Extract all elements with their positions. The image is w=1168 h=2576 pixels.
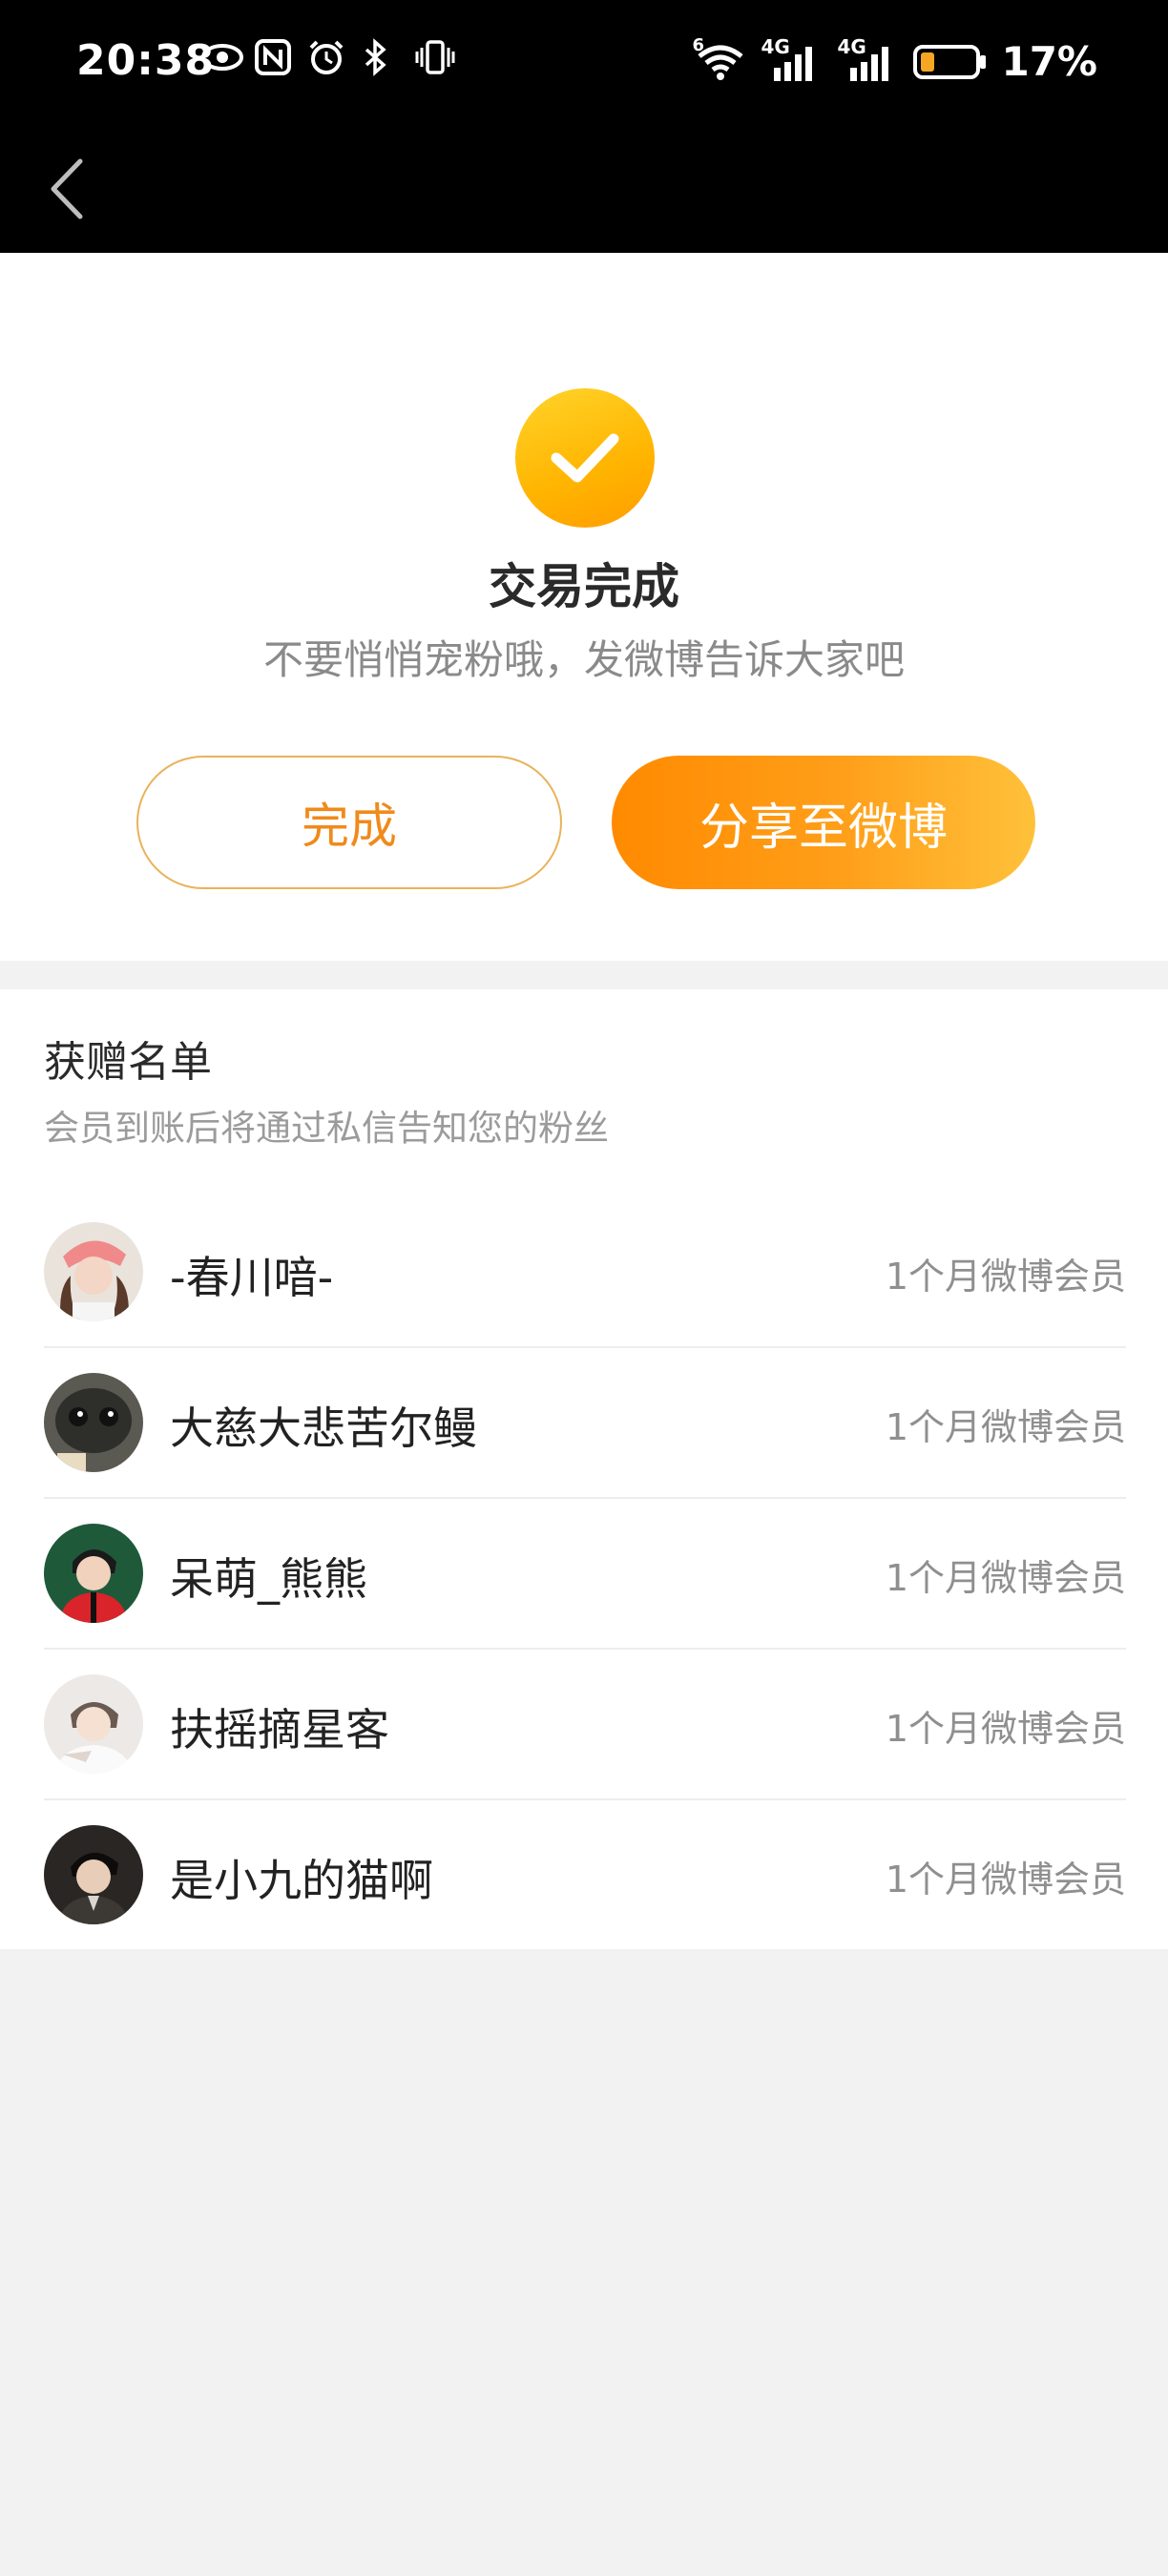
recipient-name: 扶摇摘星客: [170, 1704, 389, 1755]
battery-icon: [913, 41, 988, 83]
status-right-icons: 6 4G 4G 17%: [692, 35, 1097, 86]
gift-label: 1个月微博会员: [885, 1859, 1126, 1901]
bluetooth-icon: [361, 38, 399, 76]
avatar[interactable]: [44, 1373, 143, 1472]
gift-label: 1个月微博会员: [885, 1708, 1126, 1750]
alarm-icon: [307, 38, 345, 76]
recipient-name: 大慈大悲苦尔鳗: [170, 1402, 477, 1454]
gift-label: 1个月微博会员: [885, 1557, 1126, 1599]
status-bar: 20:38 6 4G 4G 17%: [0, 0, 1168, 134]
recipients-subtitle: 会员到账后将通过私信告知您的粉丝: [44, 1108, 609, 1149]
eye-icon: [200, 38, 243, 76]
gift-label: 1个月微博会员: [885, 1406, 1126, 1448]
wifi-icon: 6: [692, 35, 747, 83]
recipients-title: 获赠名单: [44, 1038, 212, 1087]
nav-bar: [0, 134, 1168, 253]
status-left-icons: [200, 38, 455, 76]
chevron-left-icon: [48, 157, 86, 224]
avatar[interactable]: [44, 1825, 143, 1924]
recipients-panel: 获赠名单 会员到账后将通过私信告知您的粉丝 -春川喑- 1个月微博会员 大慈大悲…: [0, 989, 1168, 1949]
success-panel: 交易完成 不要悄悄宠粉哦，发微博告诉大家吧 完成 分享至微博: [0, 253, 1168, 961]
avatar[interactable]: [44, 1674, 143, 1774]
recipients-list: -春川喑- 1个月微博会员 大慈大悲苦尔鳗 1个月微博会员 呆萌_熊熊 1个月微…: [44, 1197, 1126, 1951]
signal-4g-icon: 4G: [761, 35, 824, 83]
recipient-name: 呆萌_熊熊: [170, 1553, 367, 1605]
avatar[interactable]: [44, 1222, 143, 1321]
list-item[interactable]: 扶摇摘星客 1个月微博会员: [44, 1650, 1126, 1800]
back-button[interactable]: [29, 153, 105, 229]
recipient-name: -春川喑-: [170, 1252, 334, 1303]
list-item[interactable]: 大慈大悲苦尔鳗 1个月微博会员: [44, 1348, 1126, 1499]
signal-4g-icon: 4G: [837, 35, 900, 83]
nfc-icon: [254, 38, 292, 76]
done-button[interactable]: 完成: [136, 756, 562, 889]
success-check-icon: [515, 388, 655, 528]
wifi-label: 6: [692, 34, 704, 55]
page-title: 交易完成: [489, 559, 679, 614]
battery-percent: 17%: [1001, 38, 1097, 85]
status-time: 20:38: [76, 36, 216, 85]
page-subtitle: 不要悄悄宠粉哦，发微博告诉大家吧: [262, 636, 905, 683]
share-to-weibo-button[interactable]: 分享至微博: [612, 756, 1035, 889]
vibrate-icon: [414, 38, 455, 76]
list-item[interactable]: 是小九的猫啊 1个月微博会员: [44, 1800, 1126, 1951]
gift-label: 1个月微博会员: [885, 1256, 1126, 1298]
recipient-name: 是小九的猫啊: [170, 1855, 433, 1906]
avatar[interactable]: [44, 1524, 143, 1623]
list-item[interactable]: 呆萌_熊熊 1个月微博会员: [44, 1499, 1126, 1650]
list-item[interactable]: -春川喑- 1个月微博会员: [44, 1197, 1126, 1348]
